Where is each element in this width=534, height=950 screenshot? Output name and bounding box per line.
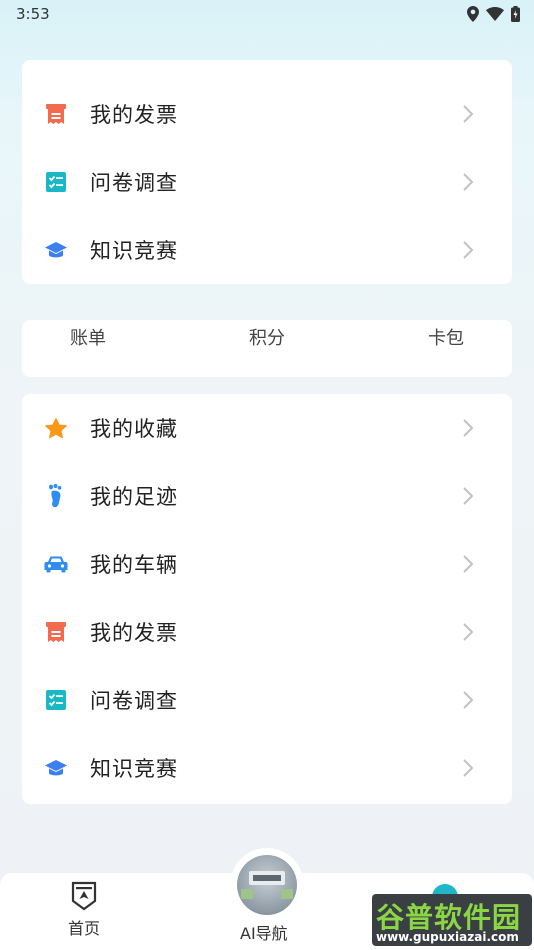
chevron-right-icon bbox=[463, 555, 474, 573]
status-bar: 3:53 bbox=[0, 0, 534, 28]
top-menu-card: 我的发票 问卷调查 知识竞赛 bbox=[22, 60, 512, 284]
chevron-right-icon bbox=[463, 419, 474, 437]
menu-row-quiz[interactable]: 知识竞赛 bbox=[22, 734, 512, 802]
chevron-right-icon bbox=[463, 105, 474, 123]
quick-link-points[interactable]: 积分 bbox=[249, 324, 285, 350]
invoice-icon bbox=[44, 620, 68, 644]
nav-home-label: 首页 bbox=[68, 919, 101, 938]
chevron-right-icon bbox=[463, 691, 474, 709]
menu-label: 我的车辆 bbox=[90, 553, 178, 577]
main-menu-card: 我的收藏 我的足迹 我的车辆 我的发票 问卷调查 知识竞赛 bbox=[22, 394, 512, 804]
menu-row-vehicles[interactable]: 我的车辆 bbox=[22, 530, 512, 598]
wifi-icon bbox=[486, 7, 504, 21]
checklist-icon bbox=[44, 688, 68, 712]
car-icon bbox=[44, 552, 68, 576]
menu-label: 我的收藏 bbox=[90, 417, 178, 441]
chevron-right-icon bbox=[463, 241, 474, 259]
battery-icon bbox=[511, 6, 520, 22]
chevron-right-icon bbox=[463, 173, 474, 191]
chevron-right-icon bbox=[463, 487, 474, 505]
menu-label: 我的足迹 bbox=[90, 485, 178, 509]
menu-label: 我的发票 bbox=[90, 621, 178, 645]
watermark-url: www.gupuxiazai.com bbox=[376, 930, 519, 944]
graduation-cap-icon bbox=[44, 756, 68, 780]
footprint-icon bbox=[44, 484, 68, 508]
watermark-logo: 谷普软件园 www.gupuxiazai.com bbox=[372, 894, 532, 946]
menu-label: 知识竞赛 bbox=[90, 757, 178, 781]
menu-label: 我的发票 bbox=[90, 103, 178, 127]
star-icon bbox=[44, 416, 68, 440]
quick-link-card-wallet[interactable]: 卡包 bbox=[428, 324, 464, 350]
nav-home[interactable]: 首页 bbox=[68, 881, 100, 939]
ai-map-thumbnail bbox=[237, 855, 297, 915]
menu-label: 问卷调查 bbox=[90, 689, 178, 713]
menu-label: 问卷调查 bbox=[90, 171, 178, 195]
menu-row-survey[interactable]: 问卷调查 bbox=[22, 666, 512, 734]
menu-label: 知识竞赛 bbox=[90, 239, 178, 263]
status-time: 3:53 bbox=[16, 5, 50, 23]
checklist-icon bbox=[44, 170, 68, 194]
menu-row-invoice[interactable]: 我的发票 bbox=[22, 80, 512, 148]
status-icons bbox=[467, 6, 520, 22]
menu-row-footprints[interactable]: 我的足迹 bbox=[22, 462, 512, 530]
graduation-cap-icon bbox=[44, 238, 68, 262]
chevron-right-icon bbox=[463, 623, 474, 641]
menu-row-quiz[interactable]: 知识竞赛 bbox=[22, 216, 512, 284]
location-icon bbox=[467, 6, 479, 22]
menu-row-favorites[interactable]: 我的收藏 bbox=[22, 394, 512, 462]
quick-link-bill[interactable]: 账单 bbox=[70, 324, 106, 350]
ai-navigation-button[interactable] bbox=[230, 848, 304, 922]
home-shield-icon bbox=[71, 881, 97, 911]
menu-row-invoice[interactable]: 我的发票 bbox=[22, 598, 512, 666]
nav-ai[interactable]: AI导航 bbox=[240, 920, 288, 944]
chevron-right-icon bbox=[463, 759, 474, 777]
menu-row-survey[interactable]: 问卷调查 bbox=[22, 148, 512, 216]
nav-ai-label: AI导航 bbox=[240, 924, 288, 943]
invoice-icon bbox=[44, 102, 68, 126]
quick-links-card: 账单 积分 卡包 bbox=[22, 320, 512, 377]
